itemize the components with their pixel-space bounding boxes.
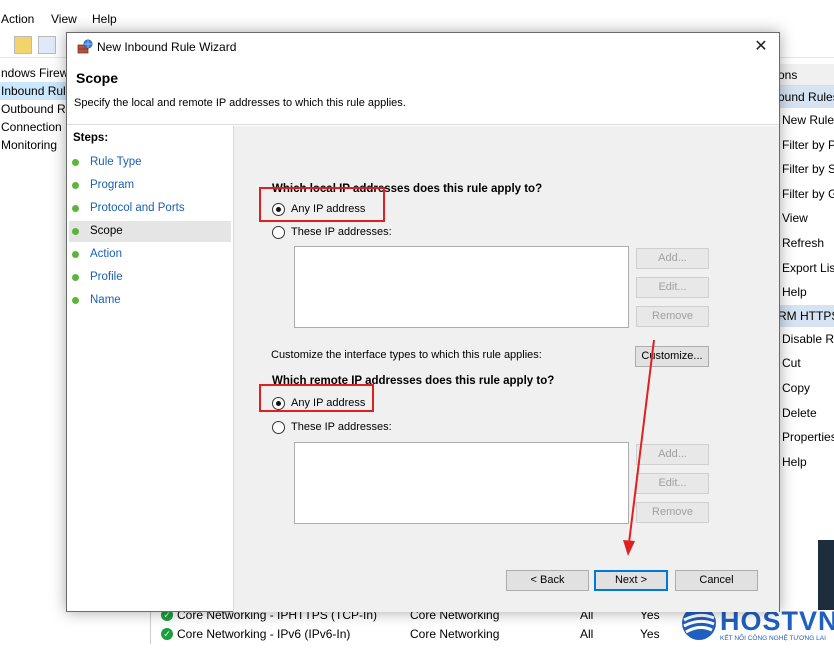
local-ip-list[interactable] [294,246,629,328]
close-icon[interactable]: ✕ [751,37,771,57]
properties-icon[interactable] [38,36,56,54]
menu-view[interactable]: View [51,10,77,26]
action-delete[interactable]: Delete [778,401,834,426]
local-remove-button[interactable]: Remove [636,306,709,327]
tree-item-connection[interactable]: Connection [0,118,66,136]
step-bullet-icon [72,251,79,258]
annotation-box-remote [259,384,374,412]
rule-enabled: Yes [640,627,660,641]
customize-description: Customize the interface types to which t… [271,349,542,361]
step-label: Scope [90,225,123,237]
logo-subtitle: KẾT NỐI CÔNG NGHỆ TƯƠNG LAI [720,635,826,642]
actions-pane: ons ound Rules New Rule... Filter by P F… [778,64,834,474]
folder-icon[interactable] [14,36,32,54]
local-edit-button[interactable]: Edit... [636,277,709,298]
rule-name: Core Networking - IPv6 (IPv6-In) [177,627,351,641]
radio-button[interactable] [272,421,285,434]
radio-button[interactable] [272,226,285,239]
step-bullet-icon [72,159,79,166]
step-rule-type[interactable]: Rule Type [69,152,231,173]
title-bar[interactable]: New Inbound Rule Wizard ✕ [67,33,779,61]
step-bullet-icon [72,182,79,189]
action-export-list[interactable]: Export List [778,256,834,281]
step-label: Profile [90,271,123,283]
actions-header: ons [778,64,834,86]
radio-label: These IP addresses: [291,421,392,433]
step-bullet-icon [72,274,79,281]
tree-item-monitoring[interactable]: Monitoring [0,136,66,154]
table-row[interactable]: ✓ Core Networking - IPv6 (IPv6-In) Core … [150,625,690,644]
steps-title: Steps: [73,132,109,144]
step-scope[interactable]: Scope [69,221,231,242]
remote-these-ip-radio[interactable]: These IP addresses: [272,420,402,436]
step-label: Rule Type [90,156,142,168]
actions-group-rule: RM HTTPS [778,304,834,327]
wizard-header: Scope Specify the local and remote IP ad… [67,61,779,125]
step-bullet-icon [72,228,79,235]
remote-ip-list[interactable] [294,442,629,524]
step-bullet-icon [72,297,79,304]
next-button[interactable]: Next > [594,570,668,591]
steps-panel: Steps: Rule Type Program Protocol and Po… [67,126,233,612]
step-name[interactable]: Name [69,290,231,311]
customize-button[interactable]: Customize... [635,346,709,367]
enabled-check-icon: ✓ [161,628,173,640]
background-strip [818,540,834,610]
action-help-2[interactable]: Help [778,450,834,475]
tree-item-inbound-rules[interactable]: Inbound Rul [0,82,66,100]
page-description: Specify the local and remote IP addresse… [74,97,406,109]
actions-group-inbound: ound Rules [778,86,834,108]
menu-action[interactable]: Action [1,10,34,26]
local-add-button[interactable]: Add... [636,248,709,269]
action-help[interactable]: Help [778,280,834,305]
page-title: Scope [76,70,119,86]
local-these-ip-radio[interactable]: These IP addresses: [272,225,402,241]
remote-edit-button[interactable]: Edit... [636,473,709,494]
new-inbound-rule-wizard: New Inbound Rule Wizard ✕ Scope Specify … [66,32,780,612]
action-copy[interactable]: Copy [778,376,834,401]
dialog-title: New Inbound Rule Wizard [97,40,237,54]
step-bullet-icon [72,205,79,212]
step-protocol-and-ports[interactable]: Protocol and Ports [69,198,231,219]
action-filter-group[interactable]: Filter by G [778,182,834,207]
menu-help[interactable]: Help [92,10,117,26]
action-filter-profile[interactable]: Filter by P [778,133,834,158]
annotation-box-local [259,187,385,222]
step-profile[interactable]: Profile [69,267,231,288]
action-new-rule[interactable]: New Rule... [778,108,834,133]
cancel-button[interactable]: Cancel [675,570,758,591]
rule-profile: All [580,627,594,641]
action-view[interactable]: View [778,206,834,231]
step-label: Name [90,294,121,306]
navigation-tree: ndows Firewa Inbound Rul Outbound R Conn… [0,64,66,154]
firewall-wizard-icon [77,39,93,54]
action-cut[interactable]: Cut [778,351,834,376]
radio-label: These IP addresses: [291,226,392,238]
step-label: Program [90,179,135,191]
action-filter-state[interactable]: Filter by S [778,157,834,182]
step-action[interactable]: Action [69,244,231,265]
remote-add-button[interactable]: Add... [636,444,709,465]
step-label: Protocol and Ports [90,202,185,214]
action-properties[interactable]: Properties [778,425,834,450]
back-button[interactable]: < Back [506,570,589,591]
action-refresh[interactable]: Refresh [778,231,834,256]
rule-group: Core Networking [410,627,500,641]
step-program[interactable]: Program [69,175,231,196]
step-label: Action [90,248,122,260]
tree-item-outbound-rules[interactable]: Outbound R [0,100,66,118]
remote-remove-button[interactable]: Remove [636,502,709,523]
action-disable-rule[interactable]: Disable Ru [778,327,834,352]
tree-item-firewall[interactable]: ndows Firewa [0,64,66,82]
menu-bar: Action View Help [0,10,834,30]
